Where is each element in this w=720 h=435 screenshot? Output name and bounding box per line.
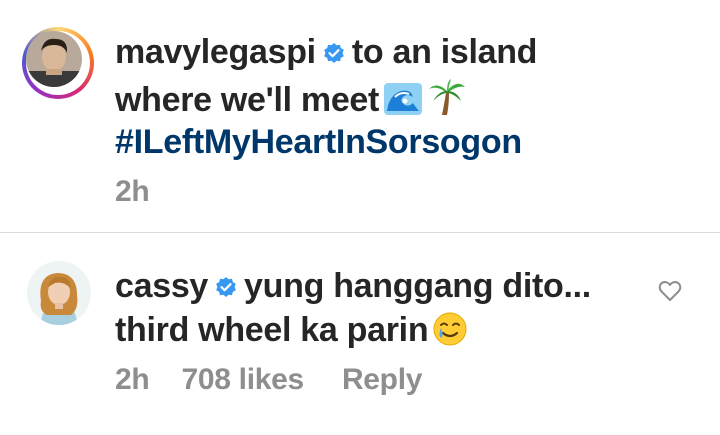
wave-emoji-icon [383, 81, 423, 126]
caption-line-1: mavylegaspi to an island [115, 32, 537, 75]
comment-timestamp: 2h [115, 363, 150, 396]
comment-line-2: third wheel ka parin [115, 310, 468, 356]
smiling-tear-emoji-icon [432, 311, 468, 356]
caption-timestamp: 2h [115, 175, 150, 208]
comment-text-1: yung hanggang dito... [244, 267, 591, 305]
like-heart-icon[interactable] [658, 280, 682, 302]
palm-tree-emoji-icon [427, 77, 467, 126]
poster-username[interactable]: mavylegaspi [115, 33, 316, 71]
caption-hashtag[interactable]: #ILeftMyHeartInSorsogon [115, 122, 522, 162]
verified-badge-icon [322, 35, 346, 75]
comment-likes-count[interactable]: 708 likes [181, 363, 304, 396]
poster-avatar[interactable] [22, 27, 94, 99]
caption-text-1: to an island [351, 33, 538, 71]
comment-text-2: third wheel ka parin [115, 311, 429, 349]
post-caption: mavylegaspi to an island where we'll meet… [0, 0, 720, 232]
comment-meta: 2h 708 likes Reply [115, 363, 422, 397]
caption-text-2: where we'll meet [115, 81, 380, 119]
reply-button[interactable]: Reply [342, 363, 423, 396]
caption-line-2: where we'll meet [115, 77, 467, 126]
comment-line-1: cassy yung hanggang dito... [115, 266, 591, 309]
commenter-username[interactable]: cassy [115, 267, 208, 305]
commenter-avatar[interactable] [27, 261, 91, 325]
verified-badge-icon [214, 269, 238, 309]
divider [0, 232, 720, 233]
